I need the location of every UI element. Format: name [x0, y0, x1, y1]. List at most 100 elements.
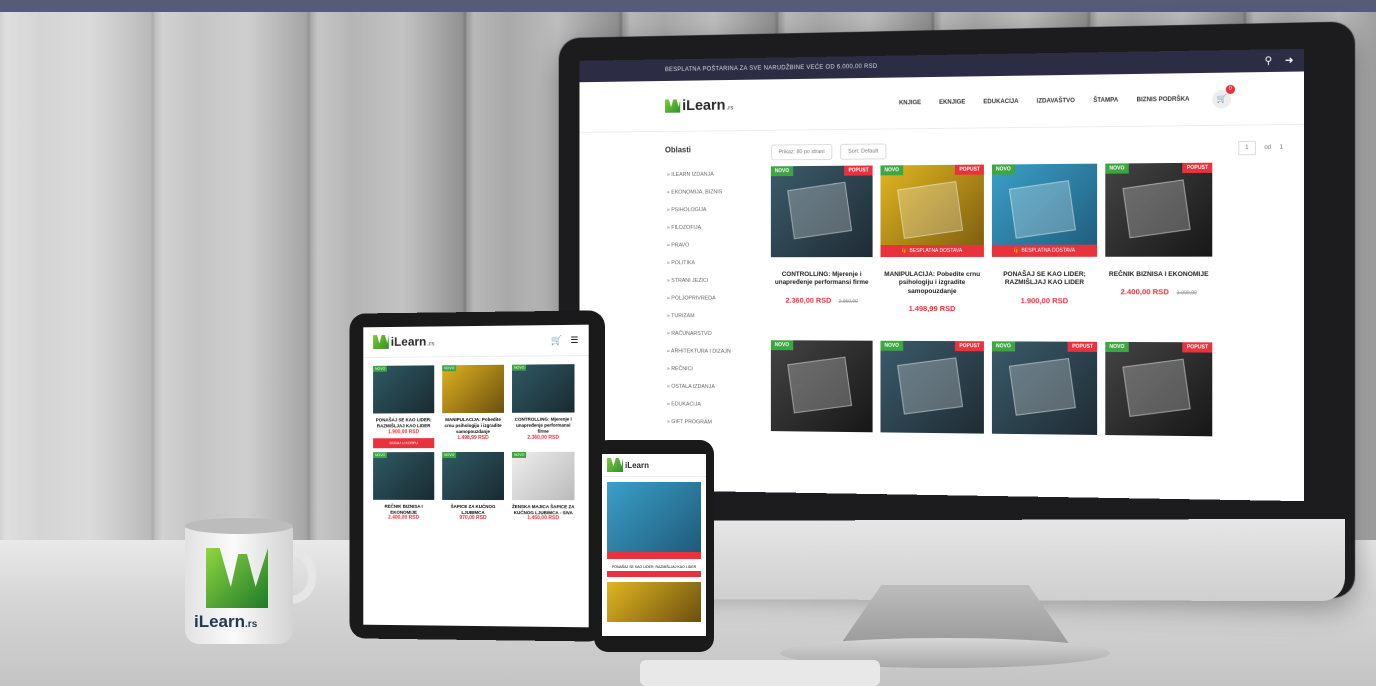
category-link[interactable]: » RAČUNARSTVO: [636, 325, 751, 343]
top-strip: [0, 0, 1376, 12]
product-card[interactable]: NOVO CONTROLLING: Mjerenje i unapređenje…: [512, 364, 574, 447]
product-image[interactable]: [607, 582, 701, 622]
novo-badge: NOVO: [771, 340, 793, 350]
popust-badge: POPUST: [1183, 163, 1213, 173]
keyboard: [640, 660, 880, 686]
sort-select[interactable]: Sort: Default: [840, 143, 886, 159]
product-title[interactable]: PONAŠAJ SE KAO LIDER; RAZMIŠLJAJ KAO LID…: [373, 417, 434, 429]
category-link[interactable]: » EKONOMIJA, BIZNIS: [636, 183, 751, 201]
pagination: 1 od 1: [1238, 141, 1283, 156]
hamburger-menu-icon[interactable]: ☰: [570, 334, 578, 345]
site-header: iLearn .rs KNJIGE EKNJIGE EDUKACIJA IZDA…: [580, 71, 1305, 132]
product-card[interactable]: NOVO PONAŠAJ SE KAO LIDER; RAZMIŠLJAJ KA…: [373, 365, 434, 448]
category-link[interactable]: » REČNICI: [636, 360, 751, 379]
nav-item[interactable]: KNJIGE: [899, 100, 921, 106]
product-card[interactable]: NOVO POPUST: [880, 341, 983, 450]
novo-badge: NOVO: [771, 166, 793, 176]
product-title[interactable]: CONTROLLING: Mjerenje i unapređenje perf…: [512, 417, 574, 435]
category-link[interactable]: » PRAVO: [636, 237, 751, 255]
pager-of: od: [1264, 145, 1271, 151]
product-card[interactable]: NOVO POPUST CONTROLLING: Mjerenje i unap…: [771, 165, 873, 326]
add-to-cart-button[interactable]: [607, 571, 701, 577]
product-image[interactable]: NOVO 🎁 BESPLATNA DOSTAVA: [992, 164, 1097, 257]
nav-item[interactable]: ŠTAMPA: [1093, 97, 1118, 103]
search-icon[interactable]: ⚲: [1265, 55, 1273, 66]
product-title[interactable]: REČNIK BIZNISA I EKONOMIJE: [373, 503, 434, 515]
category-link[interactable]: » EDUKACIJA: [636, 395, 751, 414]
category-link[interactable]: » FILOZOFIJA: [636, 219, 751, 237]
product-image[interactable]: NOVO: [373, 365, 434, 413]
logo[interactable]: iLearn .rs: [665, 97, 734, 115]
product-title[interactable]: PONAŠAJ SE KAO LIDER; RAZMIŠLJAJ KAO LID…: [607, 565, 701, 569]
novo-badge: NOVO: [880, 165, 902, 175]
product-image[interactable]: NOVO POPUST: [992, 341, 1097, 435]
login-icon[interactable]: ➜: [1285, 55, 1294, 66]
category-link[interactable]: » POLITIKA: [636, 254, 751, 272]
product-image[interactable]: NOVO: [512, 364, 574, 413]
product-card[interactable]: NOVO ŽENSKA MAJICA ŠAPICE ZA KUĆNOG LJUB…: [512, 452, 574, 522]
popust-badge: POPUST: [955, 165, 984, 175]
cart-button[interactable]: 🛒 0: [1212, 89, 1231, 108]
product-price-row: 2.400,00 RSD 3.000,00: [1105, 282, 1212, 300]
book-photo: [1122, 359, 1190, 417]
product-title[interactable]: ŽENSKA MAJICA ŠAPICE ZA KUĆNOG LJUBIMCA …: [512, 504, 574, 516]
book-photo: [897, 181, 963, 239]
book-photo: [787, 182, 852, 240]
product-card[interactable]: NOVO MANIPULACIJA: Pobedite crnu psiholo…: [442, 365, 504, 448]
category-link[interactable]: » ILEARN IZDANJA: [636, 166, 751, 185]
product-card[interactable]: NOVO POPUST 🎁 BESPLATNA DOSTAVA MANIPULA…: [880, 165, 983, 328]
product-image[interactable]: NOVO: [771, 340, 873, 432]
product-price: 2.360,00 RSD: [512, 434, 574, 440]
category-link[interactable]: » TURIZAM: [636, 307, 751, 325]
product-image[interactable]: NOVO: [373, 452, 434, 500]
product-card[interactable]: NOVO ŠAPICE ZA KUĆNOG LJUBIMCA 970,00 RS…: [442, 452, 504, 522]
nav-item[interactable]: EDUKACIJA: [983, 98, 1018, 104]
nav-item[interactable]: BIZNIS PODRŠKA: [1137, 96, 1190, 103]
sidebar-title: Oblasti: [665, 145, 752, 155]
product-image[interactable]: NOVO POPUST: [880, 341, 983, 434]
product-title[interactable]: PONAŠAJ SE KAO LIDER; RAZMIŠLJAJ KAO LID…: [992, 271, 1097, 288]
logo-text: iLearn: [391, 335, 427, 349]
product-image[interactable]: NOVO: [512, 452, 574, 500]
page-input[interactable]: 1: [1238, 141, 1256, 155]
product-price: 1.900,00 RSD: [373, 429, 434, 435]
product-price: 2.400,00 RSD: [373, 515, 434, 521]
product-image[interactable]: NOVO: [442, 452, 504, 500]
product-card[interactable]: NOVO: [771, 340, 873, 448]
product-image[interactable]: NOVO POPUST 🎁 BESPLATNA DOSTAVA: [880, 165, 983, 257]
category-link[interactable]: » GIFT PROGRAM: [636, 413, 751, 432]
free-shipping-banner: 🎁 BESPLATNA DOSTAVA: [992, 245, 1097, 257]
product-price: 2.400,00 RSD: [1121, 288, 1169, 297]
product-image[interactable]: NOVO: [442, 365, 504, 413]
category-link[interactable]: » ARHITEKTURA I DIZAJN: [636, 342, 751, 360]
product-card[interactable]: NOVO 🎁 BESPLATNA DOSTAVA PONAŠAJ SE KAO …: [992, 164, 1097, 328]
logo[interactable]: iLearn: [607, 458, 649, 472]
novo-badge: NOVO: [992, 341, 1015, 351]
product-title[interactable]: REČNIK BIZNISA I EKONOMIJE: [1105, 271, 1212, 280]
category-link[interactable]: » STRANI JEZICI: [636, 272, 751, 290]
nav-item[interactable]: EKNJIGE: [939, 99, 965, 105]
product-image[interactable]: NOVO POPUST: [1105, 342, 1212, 436]
product-card[interactable]: NOVO REČNIK BIZNISA I EKONOMIJE 2.400,00…: [373, 452, 434, 521]
product-card[interactable]: NOVO POPUST: [992, 341, 1097, 451]
category-link[interactable]: » PSIHOLOGIJA: [636, 201, 751, 219]
product-title[interactable]: CONTROLLING: Mjerenje i unapređenje perf…: [771, 271, 873, 288]
add-to-cart-button[interactable]: DODAJ U KORPU: [373, 438, 434, 448]
product-title[interactable]: MANIPULACIJA: Pobedite crnu psihologiju …: [442, 417, 504, 435]
product-image[interactable]: NOVO POPUST: [771, 165, 873, 257]
category-link[interactable]: » POLJOPRIVREDA: [636, 290, 751, 308]
per-page-select[interactable]: Prikaz: 80 po strani: [771, 144, 833, 160]
product-image[interactable]: NOVO POPUST: [1105, 163, 1212, 257]
mug-logo-text: iLearn.rs: [194, 612, 257, 632]
product-image[interactable]: [607, 482, 701, 552]
product-card[interactable]: NOVO POPUST: [1105, 342, 1212, 453]
tablet-product-grid: NOVO PONAŠAJ SE KAO LIDER; RAZMIŠLJAJ KA…: [363, 356, 588, 530]
product-title[interactable]: ŠAPICE ZA KUĆNOG LJUBIMCA: [442, 504, 504, 516]
product-card[interactable]: NOVO POPUST REČNIK BIZNISA I EKONOMIJE 2…: [1105, 163, 1212, 328]
category-link[interactable]: » OSTALA IZDANJA: [636, 378, 751, 397]
cart-icon[interactable]: 🛒: [551, 335, 562, 346]
logo[interactable]: iLearn .rs: [373, 334, 435, 349]
product-title[interactable]: MANIPULACIJA: Pobedite crnu psihologiju …: [880, 271, 983, 296]
nav-item[interactable]: IZDAVAŠTVO: [1037, 98, 1075, 105]
product-price: 2.360,00 RSD: [785, 296, 831, 305]
